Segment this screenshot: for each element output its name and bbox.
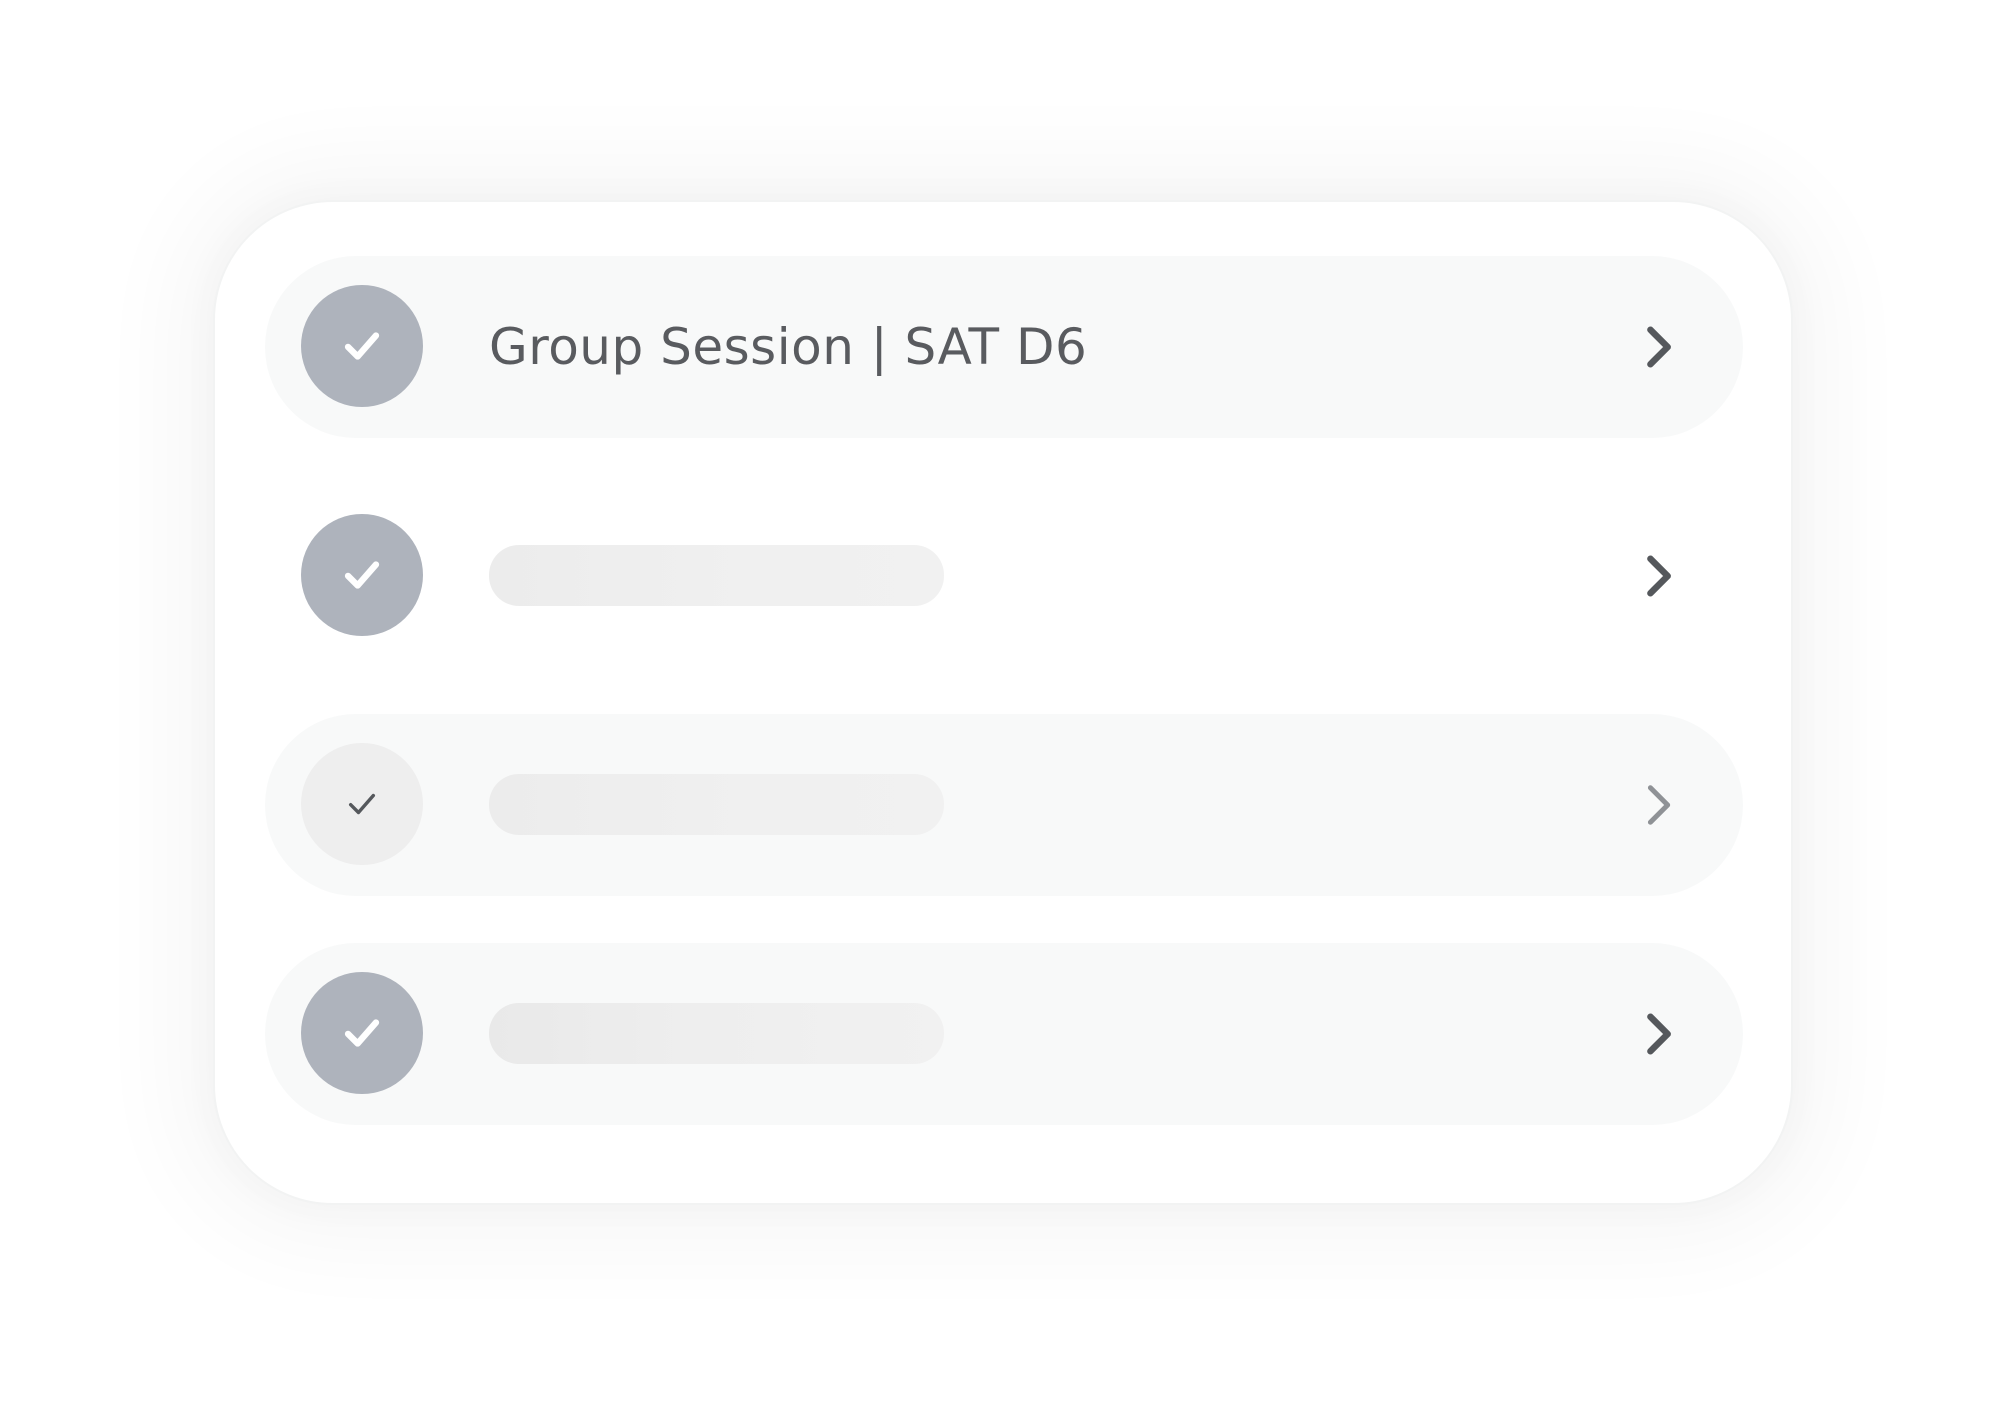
list-item[interactable]	[265, 943, 1743, 1125]
page: Group Session | SAT D6	[0, 0, 1998, 1422]
chevron-right-icon[interactable]	[1635, 780, 1685, 830]
list-item-label: Group Session | SAT D6	[489, 318, 1088, 376]
chevron-right-icon[interactable]	[1635, 1009, 1685, 1059]
list-item[interactable]	[265, 714, 1743, 896]
list-item-group-session[interactable]: Group Session | SAT D6	[265, 256, 1743, 438]
check-icon	[301, 514, 423, 636]
text-placeholder	[489, 1003, 944, 1064]
text-placeholder	[489, 774, 944, 835]
list-item[interactable]	[265, 485, 1743, 667]
chevron-right-icon[interactable]	[1635, 551, 1685, 601]
check-icon	[301, 743, 423, 865]
text-placeholder	[489, 545, 944, 606]
chevron-right-icon[interactable]	[1635, 322, 1685, 372]
check-icon	[301, 972, 423, 1094]
check-icon	[301, 285, 423, 407]
